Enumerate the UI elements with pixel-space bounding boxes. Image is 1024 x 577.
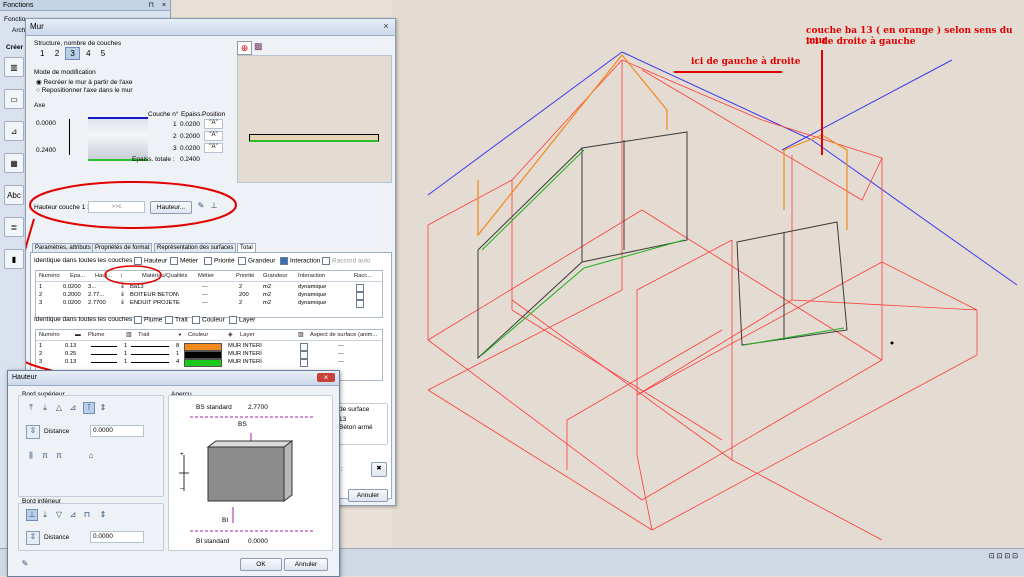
- hauteur-dialog: Hauteur × Bord supérieur ⤒ ⤓ △ ⊿ ⊺ ⇕ ⇳ D…: [7, 370, 340, 577]
- height-icon[interactable]: ⇕: [98, 403, 108, 413]
- bi-standard-label: BI standard: [196, 538, 230, 545]
- functions-panel-title: Fonctions ⊓ ×: [0, 0, 170, 11]
- ok-button[interactable]: OK: [240, 558, 282, 571]
- green-layer-lines: [481, 149, 845, 356]
- attach-top-icon[interactable]: ⊺: [83, 402, 95, 414]
- 3d-viewport[interactable]: ici de gauche à droite couche ba 13 ( en…: [392, 0, 1024, 548]
- slope-icon[interactable]: ⊿: [68, 403, 78, 413]
- create-label: Créer: [6, 44, 23, 51]
- cancel-button[interactable]: Annuler: [284, 558, 328, 571]
- text-tool-label: Abc: [7, 190, 21, 200]
- arch-label[interactable]: Arch: [12, 27, 25, 34]
- pin-icon[interactable]: ⊓: [149, 0, 154, 11]
- layers-icon[interactable]: ≣: [4, 217, 24, 237]
- attach-bottom-icon[interactable]: ⊥: [26, 509, 38, 521]
- red-wireframe: [427, 59, 978, 541]
- roof-icon[interactable]: △: [54, 403, 64, 413]
- roof-lines: [427, 51, 1018, 286]
- grid-icon[interactable]: ▦: [4, 153, 24, 173]
- hauteur-dialog-title: Hauteur: [12, 374, 37, 381]
- cursor-dot: [890, 341, 894, 345]
- slope-bottom-icon[interactable]: ⊿: [68, 510, 78, 520]
- distance-bottom-input[interactable]: 0.0000: [90, 531, 144, 543]
- column-icon[interactable]: ⫼: [26, 451, 36, 461]
- valley-icon[interactable]: ▽: [54, 510, 64, 520]
- distance-label-bottom: Distance: [44, 534, 70, 541]
- stair-bottom-icon[interactable]: ⊓: [82, 510, 92, 520]
- beam-alt-icon[interactable]: π: [54, 451, 64, 461]
- annotation-right-left: ici de droite à gauche: [806, 37, 916, 47]
- minus-sign: –: [180, 485, 184, 492]
- functions-tab[interactable]: Fonctio: [4, 16, 25, 23]
- text-icon[interactable]: Abc: [4, 185, 24, 205]
- close-icon[interactable]: ×: [162, 0, 166, 11]
- close-icon[interactable]: ×: [317, 373, 335, 382]
- height-preview: [179, 416, 313, 532]
- wall-color-icon[interactable]: ▮: [4, 249, 24, 269]
- distance-top-input[interactable]: 0.0000: [90, 425, 144, 437]
- stair-icon[interactable]: ⊿: [4, 121, 24, 141]
- bi-tag: BI: [222, 517, 229, 524]
- slab-icon[interactable]: ▭: [4, 89, 24, 109]
- shape-icon[interactable]: ⌂: [86, 451, 96, 461]
- top-align-icon[interactable]: ⤒: [26, 403, 36, 413]
- bi-standard-value: 0.0000: [248, 538, 268, 545]
- functions-title-text: Fonctions: [3, 2, 34, 9]
- tool-column: ▥ ▭ ⊿ ▦ Abc ≣ ▮: [2, 54, 24, 281]
- status-icons: ⊡ ⊡ ⊡ ⊡: [988, 553, 1018, 560]
- distance-icon[interactable]: ⇳: [26, 425, 40, 439]
- wall-icon[interactable]: ▥: [4, 57, 24, 77]
- annotation-left-right: ici de gauche à droite: [691, 57, 801, 67]
- beam-icon[interactable]: π: [40, 451, 50, 461]
- hauteur-dialog-titlebar: Hauteur ×: [8, 371, 339, 386]
- bottom-down-icon[interactable]: ⤓: [40, 510, 50, 520]
- distance-icon[interactable]: ⇳: [26, 531, 40, 545]
- wireframe-drawing: [427, 50, 1018, 541]
- top-down-icon[interactable]: ⤓: [40, 403, 50, 413]
- eyedropper-icon[interactable]: ✎: [20, 559, 30, 569]
- height-bottom-icon[interactable]: ⇕: [98, 510, 108, 520]
- distance-label-top: Distance: [44, 428, 70, 435]
- plus-sign: +: [180, 451, 184, 458]
- bs-tag: BS: [238, 421, 247, 428]
